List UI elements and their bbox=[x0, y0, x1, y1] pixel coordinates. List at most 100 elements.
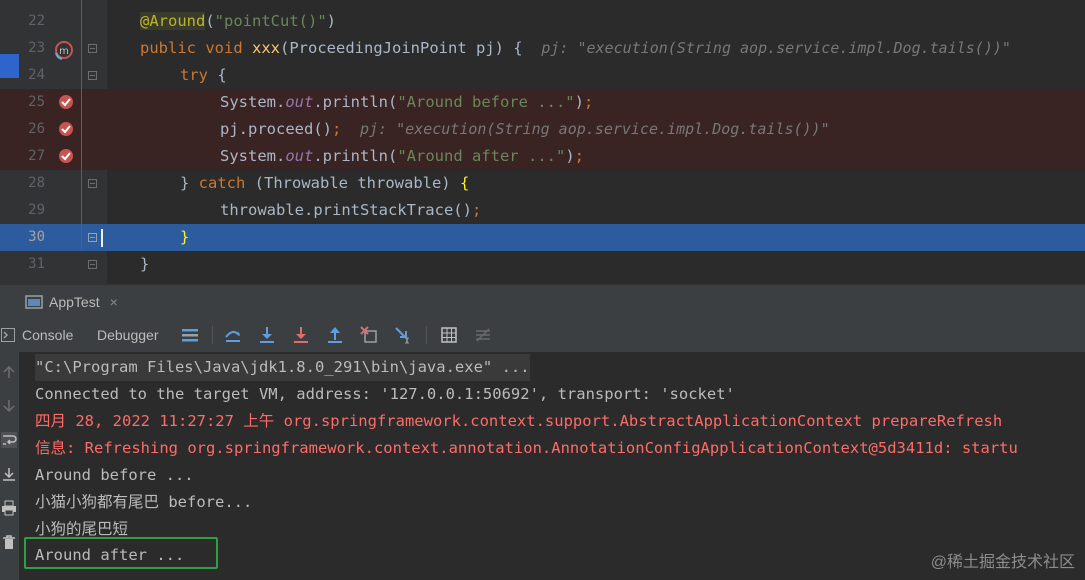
annotation-token: @Around bbox=[140, 12, 206, 30]
line-number: 22 bbox=[28, 13, 45, 29]
fold-icon[interactable] bbox=[88, 179, 97, 188]
matched-brace-token: } bbox=[180, 228, 190, 246]
code-line-30[interactable]: } bbox=[180, 224, 189, 251]
keyword-token: void bbox=[205, 39, 243, 57]
keyword-token: catch bbox=[198, 174, 246, 192]
semicolon-token: ; bbox=[471, 201, 482, 219]
tab-console[interactable]: Console bbox=[22, 318, 73, 352]
code-line-25[interactable]: System.out.println("Around before ..."); bbox=[220, 89, 593, 116]
line-number: 24 bbox=[28, 67, 45, 83]
line-number: 25 bbox=[28, 94, 45, 110]
code-token: System. bbox=[220, 93, 286, 111]
frames-list-icon[interactable] bbox=[181, 326, 199, 344]
keyword-token: try bbox=[180, 66, 208, 84]
line-number: 31 bbox=[28, 256, 45, 272]
code-token: (ProceedingJoinPoint pj) { bbox=[280, 39, 523, 57]
code-line-29[interactable]: throwable.printStackTrace(); bbox=[220, 197, 481, 224]
code-token: ( bbox=[205, 12, 215, 30]
code-token: ) bbox=[574, 93, 584, 111]
line-number: 26 bbox=[28, 121, 45, 137]
code-token: { bbox=[208, 66, 227, 84]
console-output[interactable]: "C:\Program Files\Java\jdk1.8.0_291\bin\… bbox=[0, 352, 1085, 580]
field-token: out bbox=[285, 147, 314, 165]
console-line-log: 四月 28, 2022 11:27:27 上午 org.springframew… bbox=[35, 412, 1003, 430]
drop-frame-icon[interactable] bbox=[360, 326, 378, 344]
method-name-token: xxx bbox=[252, 39, 281, 57]
keyword-token: public bbox=[140, 39, 196, 57]
method-override-icon[interactable]: m bbox=[53, 39, 75, 61]
scroll-end-icon[interactable] bbox=[1, 466, 17, 482]
soft-wrap-icon[interactable] bbox=[1, 432, 17, 448]
force-step-into-icon[interactable] bbox=[292, 326, 310, 344]
line-number: 23 bbox=[28, 40, 45, 56]
step-over-icon[interactable] bbox=[224, 326, 242, 344]
run-to-cursor-icon[interactable] bbox=[394, 326, 412, 344]
console-icon bbox=[1, 328, 15, 342]
step-out-icon[interactable] bbox=[326, 326, 344, 344]
code-token: } bbox=[140, 255, 150, 273]
code-editor[interactable]: 22 23 24 25 26 27 28 29 30 31 m @Around(… bbox=[0, 0, 1085, 284]
fold-icon[interactable] bbox=[88, 260, 97, 269]
code-line-31[interactable]: } bbox=[140, 251, 149, 278]
print-icon[interactable] bbox=[1, 500, 17, 516]
down-arrow-icon[interactable] bbox=[1, 398, 17, 414]
tab-debugger[interactable]: Debugger bbox=[97, 318, 159, 352]
console-line: Around before ... bbox=[35, 466, 194, 484]
code-token: (Throwable throwable) bbox=[245, 174, 460, 192]
trace-icon[interactable] bbox=[474, 326, 492, 344]
editor-left-marker bbox=[0, 54, 19, 78]
highlight-annotation-box bbox=[24, 537, 218, 569]
semicolon-token: ; bbox=[331, 120, 342, 138]
evaluate-icon[interactable] bbox=[440, 326, 458, 344]
string-token: "Around after ..." bbox=[397, 147, 566, 165]
code-line-22[interactable]: @Around("pointCut()") bbox=[140, 8, 336, 35]
console-window-icon bbox=[25, 295, 43, 309]
breakpoint-icon[interactable] bbox=[58, 148, 74, 164]
fold-icon[interactable] bbox=[88, 71, 97, 80]
trash-icon[interactable] bbox=[1, 534, 17, 550]
fold-icon[interactable] bbox=[88, 44, 97, 53]
code-line-27[interactable]: System.out.println("Around after ..."); bbox=[220, 143, 584, 170]
breakpoint-icon[interactable] bbox=[58, 94, 74, 110]
debugger-toolbar: Console Debugger bbox=[0, 318, 1085, 353]
code-token: .println( bbox=[313, 147, 398, 165]
code-line-24[interactable]: try { bbox=[180, 62, 227, 89]
code-line-26[interactable]: pj.proceed(); pj: "execution(String aop.… bbox=[220, 116, 830, 143]
svg-text:m: m bbox=[59, 46, 69, 57]
console-line-log: 信息: Refreshing org.springframework.conte… bbox=[35, 439, 1018, 457]
code-line-28[interactable]: } catch (Throwable throwable) { bbox=[180, 170, 469, 197]
code-token: } bbox=[180, 174, 199, 192]
semicolon-token: ; bbox=[574, 147, 584, 165]
breakpoint-icon[interactable] bbox=[58, 121, 74, 137]
code-token: pj.proceed() bbox=[220, 120, 332, 138]
text-caret bbox=[101, 229, 103, 247]
fold-icon[interactable] bbox=[88, 233, 97, 242]
semicolon-token: ; bbox=[583, 93, 594, 111]
code-token: ) bbox=[326, 12, 336, 30]
code-token: throwable.printStackTrace() bbox=[220, 201, 472, 219]
code-token: System. bbox=[220, 147, 286, 165]
watermark: @稀土掘金技术社区 bbox=[930, 554, 1075, 571]
close-icon[interactable]: × bbox=[110, 294, 118, 310]
console-line: 小猫小狗都有尾巴 before... bbox=[35, 493, 253, 511]
field-token: out bbox=[285, 93, 314, 111]
run-config-tab[interactable]: AppTest × bbox=[25, 285, 118, 319]
line-number: 29 bbox=[28, 202, 45, 218]
gutter-change-marker bbox=[81, 0, 82, 250]
code-token: ) bbox=[565, 147, 575, 165]
line-number: 27 bbox=[28, 148, 45, 164]
console-line: Connected to the target VM, address: '12… bbox=[35, 385, 735, 403]
debug-inline-value: pj: "execution(String aop.service.impl.D… bbox=[541, 39, 1011, 57]
code-line-23[interactable]: public void xxx(ProceedingJoinPoint pj) … bbox=[140, 35, 1011, 62]
current-line-highlight bbox=[0, 224, 1085, 251]
line-number: 28 bbox=[28, 175, 45, 191]
matched-brace-token: { bbox=[459, 174, 470, 192]
run-config-label: AppTest bbox=[49, 294, 100, 310]
line-number: 30 bbox=[28, 229, 45, 245]
toolbar-separator bbox=[212, 326, 213, 344]
debug-tool-window-header: AppTest × bbox=[0, 284, 1085, 319]
up-arrow-icon[interactable] bbox=[1, 364, 17, 380]
string-token: "pointCut()" bbox=[214, 12, 327, 30]
toolbar-separator bbox=[426, 326, 427, 344]
step-into-icon[interactable] bbox=[258, 326, 276, 344]
